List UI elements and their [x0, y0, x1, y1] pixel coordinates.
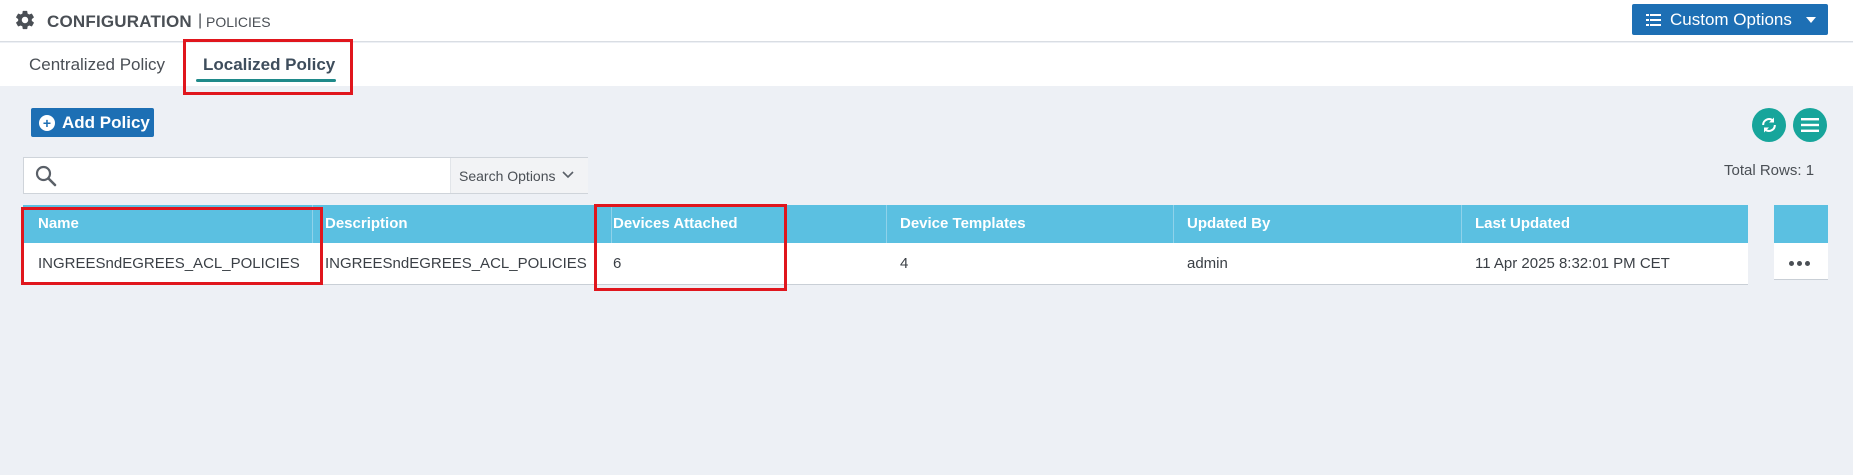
column-divider	[1461, 205, 1462, 243]
title-separator: |	[198, 12, 203, 29]
column-header-device-templates[interactable]: Device Templates	[900, 215, 1026, 232]
table-menu-button[interactable]	[1793, 108, 1827, 142]
active-tab-indicator	[196, 79, 336, 82]
add-policy-button[interactable]: + Add Policy	[31, 108, 154, 137]
hamburger-icon	[1801, 118, 1819, 132]
list-icon	[1646, 13, 1661, 26]
policy-tabs: Centralized Policy Localized Policy	[0, 43, 1853, 86]
column-divider	[886, 205, 887, 243]
column-divider	[1173, 205, 1174, 243]
refresh-icon	[1762, 117, 1776, 133]
column-divider	[611, 205, 612, 243]
search-bar: Search Options	[23, 157, 588, 194]
column-divider	[312, 205, 313, 243]
column-header-last-updated[interactable]: Last Updated	[1475, 215, 1570, 232]
cell-device-templates[interactable]: 4	[900, 255, 908, 272]
search-options-label: Search Options	[459, 167, 556, 184]
custom-options-label: Custom Options	[1670, 9, 1792, 29]
refresh-button[interactable]	[1752, 108, 1786, 142]
cell-devices-attached[interactable]: 6	[613, 255, 621, 272]
add-policy-label: Add Policy	[62, 112, 150, 132]
page-title: CONFIGURATION	[47, 12, 192, 31]
column-header-updated-by[interactable]: Updated By	[1187, 215, 1270, 232]
table-header: Name Description Devices Attached Device…	[23, 205, 1748, 243]
cell-description: INGREESndEGREES_ACL_POLICIES	[325, 255, 587, 272]
tab-centralized-policy[interactable]: Centralized Policy	[29, 55, 165, 75]
search-icon	[35, 165, 57, 187]
more-dots-icon	[1789, 261, 1810, 266]
cell-last-updated: 11 Apr 2025 8:32:01 PM CET	[1475, 255, 1670, 272]
column-header-name[interactable]: Name	[38, 215, 79, 232]
column-header-description[interactable]: Description	[325, 215, 408, 232]
cell-updated-by: admin	[1187, 255, 1228, 272]
actions-column-header	[1774, 205, 1828, 243]
chevron-down-icon	[562, 171, 574, 179]
page-subtitle: POLICIES	[206, 14, 271, 30]
column-header-devices-attached[interactable]: Devices Attached	[613, 215, 738, 232]
table-row[interactable]: INGREESndEGREES_ACL_POLICIES INGREESndEG…	[23, 243, 1748, 285]
search-options-dropdown[interactable]: Search Options	[450, 158, 588, 193]
row-actions-button[interactable]	[1774, 243, 1828, 280]
plus-circle-icon: +	[39, 114, 55, 131]
caret-down-icon	[1806, 17, 1816, 23]
gear-icon	[16, 10, 34, 30]
cell-name: INGREESndEGREES_ACL_POLICIES	[38, 255, 300, 272]
search-input[interactable]	[68, 162, 468, 190]
total-rows-count: Total Rows: 1	[1724, 162, 1815, 179]
tab-localized-policy[interactable]: Localized Policy	[203, 55, 335, 75]
custom-options-button[interactable]: Custom Options	[1632, 4, 1828, 35]
page-header: CONFIGURATION | POLICIES Custom Options	[0, 0, 1853, 42]
